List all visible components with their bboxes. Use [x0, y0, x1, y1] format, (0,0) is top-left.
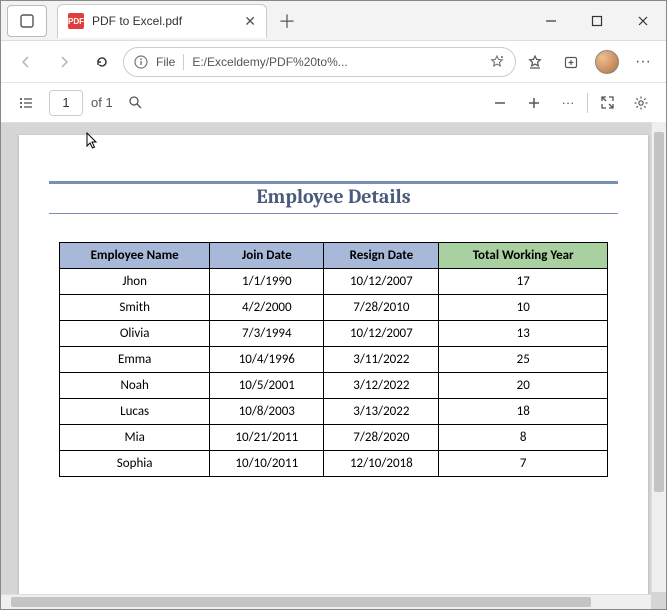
info-icon[interactable] [134, 55, 148, 69]
pdf-viewer[interactable]: Employee Details Employee Name Join Date… [1, 123, 666, 609]
tab-actions-button[interactable] [7, 5, 47, 37]
col-years: Total Working Year [439, 243, 608, 269]
zoom-out-button[interactable] [485, 88, 515, 118]
table-row: Lucas10/8/20033/13/202218 [60, 399, 608, 425]
add-favorite-icon[interactable] [489, 54, 505, 70]
col-join: Join Date [210, 243, 324, 269]
back-button[interactable] [9, 45, 43, 79]
col-resign: Resign Date [324, 243, 439, 269]
forward-button[interactable] [47, 45, 81, 79]
pdf-toolbar: of 1 ··· [1, 83, 666, 123]
table-row: Smith4/2/20007/28/201010 [60, 295, 608, 321]
maximize-button[interactable] [574, 5, 620, 37]
col-name: Employee Name [60, 243, 210, 269]
table-row: Olivia7/3/199410/12/200713 [60, 321, 608, 347]
search-icon[interactable] [121, 88, 151, 118]
url-scheme: File [156, 55, 175, 69]
more-menu-button[interactable]: ··· [628, 47, 658, 77]
vertical-scrollbar[interactable] [651, 122, 666, 592]
table-row: Noah10/5/20013/12/202220 [60, 373, 608, 399]
url-field[interactable]: File E:/Exceldemy/PDF%20to%... [123, 47, 516, 77]
fullscreen-icon[interactable] [592, 88, 622, 118]
pdf-file-icon: PDF [68, 13, 84, 29]
new-tab-button[interactable]: ＋ [271, 5, 303, 37]
page-total-label: of 1 [91, 95, 113, 110]
vertical-scroll-thumb[interactable] [654, 132, 664, 492]
close-tab-button[interactable]: ✕ [244, 13, 256, 30]
contents-icon[interactable] [11, 88, 41, 118]
horizontal-scroll-thumb[interactable] [11, 597, 591, 607]
minimize-button[interactable] [528, 5, 574, 37]
titlebar: PDF PDF to Excel.pdf ✕ ＋ [1, 1, 666, 41]
pdf-page: Employee Details Employee Name Join Date… [19, 135, 648, 595]
browser-tab[interactable]: PDF PDF to Excel.pdf ✕ [57, 4, 267, 38]
refresh-button[interactable] [85, 45, 119, 79]
close-window-button[interactable] [620, 5, 666, 37]
collections-icon[interactable] [556, 47, 586, 77]
profile-avatar[interactable] [592, 47, 622, 77]
url-path: E:/Exceldemy/PDF%20to%... [192, 55, 481, 69]
more-pdf-options[interactable]: ··· [553, 88, 583, 118]
settings-gear-icon[interactable] [626, 88, 656, 118]
horizontal-scrollbar[interactable] [1, 594, 651, 609]
table-row: Emma10/4/19963/11/202225 [60, 347, 608, 373]
document-title: Employee Details [59, 185, 608, 212]
table-row: Sophia10/10/201112/10/20187 [60, 451, 608, 477]
url-separator [183, 54, 184, 70]
toolbar-separator [587, 93, 588, 113]
zoom-in-button[interactable] [519, 88, 549, 118]
page-number-input[interactable] [49, 90, 83, 116]
employee-table: Employee Name Join Date Resign Date Tota… [59, 242, 608, 477]
tab-title: PDF to Excel.pdf [92, 14, 236, 28]
address-bar: File E:/Exceldemy/PDF%20to%... ··· [1, 41, 666, 83]
table-row: Jhon1/1/199010/12/200717 [60, 269, 608, 295]
table-row: Mia10/21/20117/28/20208 [60, 425, 608, 451]
favorites-icon[interactable] [520, 47, 550, 77]
